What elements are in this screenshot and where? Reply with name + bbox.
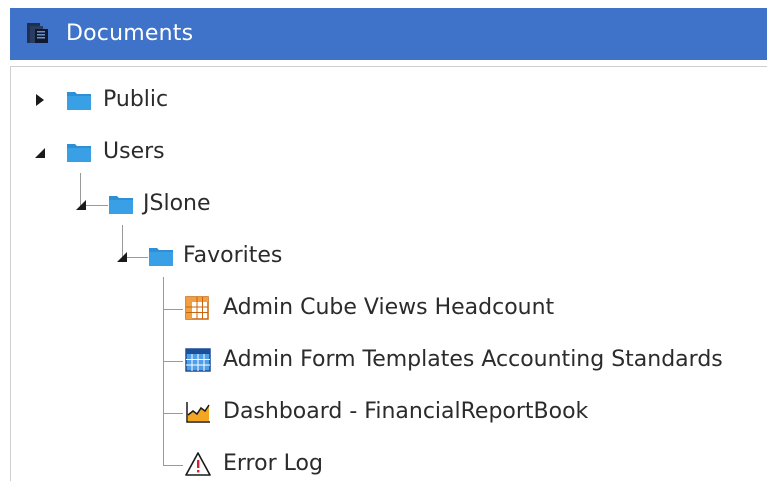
documents-header: Documents [10,8,767,60]
document-tree-panel: Public Users JSlone Favorites Admin Cube… [10,66,767,481]
tree-item-error-log[interactable]: Error Log [11,444,411,484]
folder-tree: Public Users JSlone Favorites Admin Cube… [11,67,767,481]
collapse-arrow-icon[interactable] [75,199,87,211]
tree-node-users[interactable]: Users [11,132,311,172]
tree-item-label: Dashboard - FinancialReportBook [223,399,589,424]
tree-node-label: Users [103,139,165,164]
collapse-arrow-icon[interactable] [116,251,128,263]
tree-item-label: Admin Form Templates Accounting Standard… [223,347,723,372]
tree-node-label: JSlone [143,191,211,216]
tree-item-label: Error Log [223,451,323,476]
folder-icon [67,144,91,162]
documents-icon [27,23,48,43]
header-title: Documents [66,21,194,46]
warning-icon [185,452,211,476]
tree-node-label: Favorites [183,243,283,268]
dashboard-icon [186,402,210,423]
expand-arrow-icon[interactable] [34,94,46,106]
tree-node-label: Public [103,87,169,112]
tree-node-favorites[interactable]: Favorites [11,236,331,276]
tree-item-dashboard[interactable]: Dashboard - FinancialReportBook [11,392,631,432]
tree-item-label: Admin Cube Views Headcount [223,295,555,320]
form-template-icon [185,348,211,372]
tree-item-form-template[interactable]: Admin Form Templates Accounting Standard… [11,340,767,380]
folder-icon [109,196,133,214]
tree-node-public[interactable]: Public [11,80,311,120]
cube-view-icon [185,296,209,320]
folder-icon [67,92,91,110]
tree-item-cube-view[interactable]: Admin Cube Views Headcount [11,288,611,328]
folder-icon [149,248,173,266]
tree-node-jslone[interactable]: JSlone [11,184,311,224]
collapse-arrow-icon[interactable] [34,147,46,159]
